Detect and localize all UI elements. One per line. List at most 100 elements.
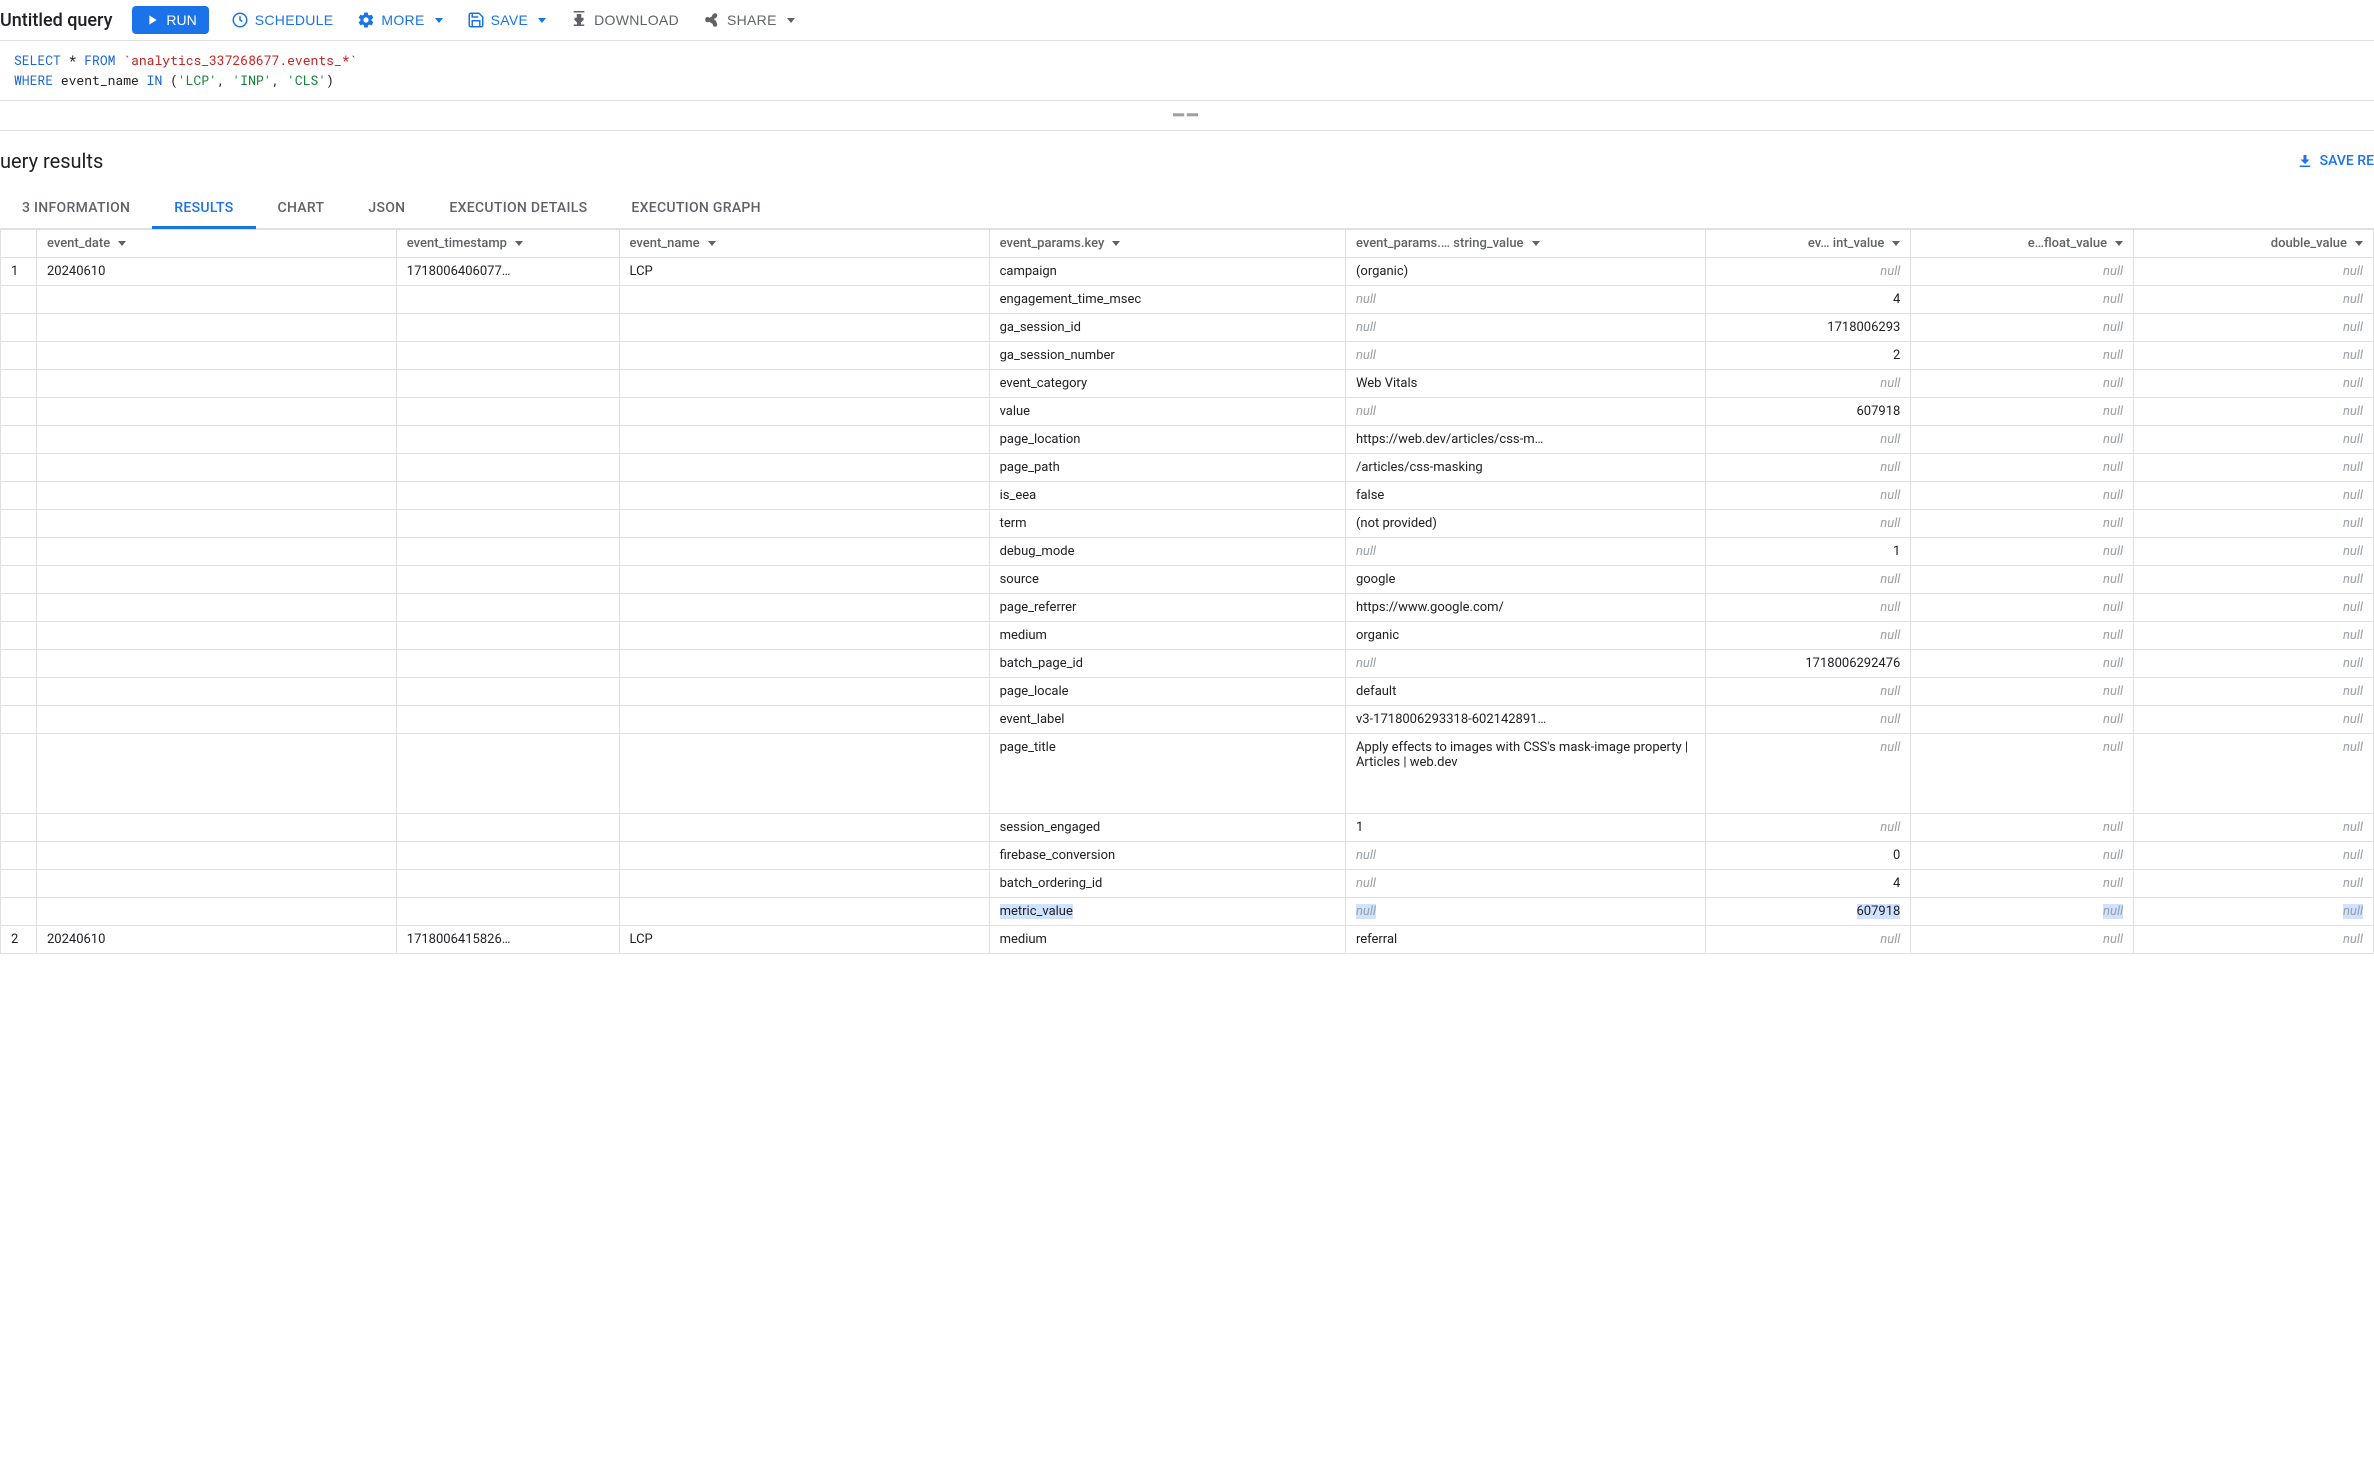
- cell: 2: [1, 926, 37, 954]
- table-row[interactable]: 2202406101718006415826…LCPmediumreferral…: [1, 926, 2374, 954]
- cell: 2: [1705, 342, 1911, 370]
- tab-chart[interactable]: CHART: [256, 190, 347, 229]
- table-row[interactable]: page_locationhttps://web.dev/articles/cs…: [1, 426, 2374, 454]
- table-row[interactable]: sourcegooglenullnullnull: [1, 566, 2374, 594]
- cell: [36, 706, 396, 734]
- column-header[interactable]: e…float_value: [1911, 230, 2134, 258]
- cell: null: [1911, 482, 2134, 510]
- save-button[interactable]: SAVE: [465, 7, 549, 33]
- cell: null: [2134, 286, 2374, 314]
- tab-json[interactable]: JSON: [346, 190, 427, 229]
- tab-execution-graph[interactable]: EXECUTION GRAPH: [609, 190, 783, 229]
- results-table: event_dateevent_timestampevent_nameevent…: [0, 229, 2374, 954]
- download-button[interactable]: DOWNLOAD: [568, 7, 681, 33]
- share-button[interactable]: SHARE: [701, 7, 797, 33]
- cell: null: [1345, 870, 1705, 898]
- results-header: uery results SAVE RE: [0, 131, 2374, 177]
- cell: [1, 314, 37, 342]
- table-row[interactable]: 1202406101718006406077…LCPcampaign(organ…: [1, 258, 2374, 286]
- table-row[interactable]: event_categoryWeb Vitalsnullnullnull: [1, 370, 2374, 398]
- column-label: event_timestamp: [407, 236, 507, 251]
- table-row[interactable]: session_engaged1nullnullnull: [1, 814, 2374, 842]
- table-row[interactable]: batch_page_idnull1718006292476nullnull: [1, 650, 2374, 678]
- tab-execution-details[interactable]: EXECUTION DETAILS: [427, 190, 609, 229]
- cell: metric_value: [989, 898, 1345, 926]
- resize-handle[interactable]: ━━: [0, 101, 2374, 131]
- cell: [36, 734, 396, 814]
- chevron-down-icon: [435, 18, 443, 23]
- cell: 0: [1705, 842, 1911, 870]
- cell: 607918: [1705, 898, 1911, 926]
- run-button[interactable]: RUN: [132, 6, 208, 34]
- query-title[interactable]: Untitled query: [0, 10, 112, 31]
- cell: organic: [1345, 622, 1705, 650]
- schedule-button[interactable]: SCHEDULE: [229, 7, 336, 33]
- cell: null: [1705, 510, 1911, 538]
- cell: [1, 650, 37, 678]
- cell: null: [1705, 622, 1911, 650]
- table-row[interactable]: valuenull607918nullnull: [1, 398, 2374, 426]
- cell: null: [2134, 814, 2374, 842]
- table-row[interactable]: debug_modenull1nullnull: [1, 538, 2374, 566]
- table-row[interactable]: page_titleApply effects to images with C…: [1, 734, 2374, 814]
- sql-editor[interactable]: SELECT * FROM `analytics_337268677.event…: [0, 41, 2374, 101]
- cell: [396, 678, 619, 706]
- tab-3-information[interactable]: 3 INFORMATION: [0, 190, 152, 229]
- table-row[interactable]: ga_session_idnull1718006293nullnull: [1, 314, 2374, 342]
- table-row[interactable]: ga_session_numbernull2nullnull: [1, 342, 2374, 370]
- save-results-button[interactable]: SAVE RE: [2296, 152, 2374, 170]
- tab-results[interactable]: RESULTS: [152, 190, 255, 229]
- cell: [619, 454, 989, 482]
- cell: [1, 398, 37, 426]
- cell: [619, 814, 989, 842]
- cell: [619, 650, 989, 678]
- more-button[interactable]: MORE: [355, 7, 444, 33]
- cell: [396, 426, 619, 454]
- table-row[interactable]: mediumorganicnullnullnull: [1, 622, 2374, 650]
- results-grid-wrap[interactable]: event_dateevent_timestampevent_nameevent…: [0, 229, 2374, 954]
- table-row[interactable]: batch_ordering_idnull4nullnull: [1, 870, 2374, 898]
- cell: null: [1705, 426, 1911, 454]
- table-row[interactable]: metric_valuenull607918nullnull: [1, 898, 2374, 926]
- chevron-down-icon: [538, 18, 546, 23]
- cell: [619, 566, 989, 594]
- table-row[interactable]: event_labelv3-1718006293318-602142891…nu…: [1, 706, 2374, 734]
- cell: null: [1345, 650, 1705, 678]
- cell: firebase_conversion: [989, 842, 1345, 870]
- cell: https://www.google.com/: [1345, 594, 1705, 622]
- table-row[interactable]: term(not provided)nullnullnull: [1, 510, 2374, 538]
- cell: 1: [1, 258, 37, 286]
- cell: null: [1911, 594, 2134, 622]
- column-label: event_name: [630, 236, 700, 251]
- column-header[interactable]: [1, 230, 37, 258]
- cell: null: [2134, 898, 2374, 926]
- cell: null: [2134, 594, 2374, 622]
- column-header[interactable]: event_name: [619, 230, 989, 258]
- table-row[interactable]: is_eeafalsenullnullnull: [1, 482, 2374, 510]
- cell: [396, 870, 619, 898]
- gear-icon: [357, 11, 375, 29]
- cell: null: [1911, 706, 2134, 734]
- cell: [36, 286, 396, 314]
- table-row[interactable]: firebase_conversionnull0nullnull: [1, 842, 2374, 870]
- cell: [619, 538, 989, 566]
- cell: [396, 510, 619, 538]
- column-header[interactable]: event_params.key: [989, 230, 1345, 258]
- column-header[interactable]: double_value: [2134, 230, 2374, 258]
- toolbar: Untitled query RUN SCHEDULE MORE SAVE DO…: [0, 0, 2374, 41]
- cell: null: [1911, 870, 2134, 898]
- cell: [1, 898, 37, 926]
- cell: null: [2134, 566, 2374, 594]
- cell: [619, 870, 989, 898]
- table-row[interactable]: engagement_time_msecnull4nullnull: [1, 286, 2374, 314]
- cell: null: [1911, 842, 2134, 870]
- column-header[interactable]: event_date: [36, 230, 396, 258]
- column-header[interactable]: event_timestamp: [396, 230, 619, 258]
- table-row[interactable]: page_path/articles/css-maskingnullnullnu…: [1, 454, 2374, 482]
- table-row[interactable]: page_localedefaultnullnullnull: [1, 678, 2374, 706]
- table-row[interactable]: page_referrerhttps://www.google.com/null…: [1, 594, 2374, 622]
- column-header[interactable]: ev… int_value: [1705, 230, 1911, 258]
- column-header[interactable]: event_params.… string_value: [1345, 230, 1705, 258]
- cell: [396, 622, 619, 650]
- cell: LCP: [619, 258, 989, 286]
